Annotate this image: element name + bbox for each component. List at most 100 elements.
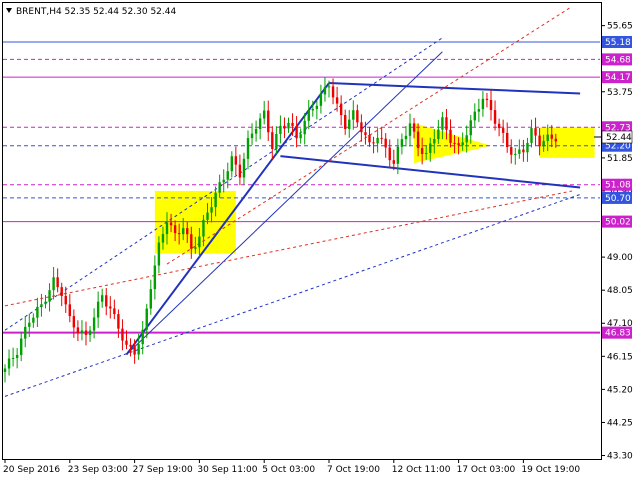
candle-body (449, 129, 452, 143)
candle-body (7, 358, 11, 369)
candle-body (133, 346, 136, 355)
candle-body (254, 128, 258, 134)
y-tick-label: 49.00 (607, 253, 633, 263)
candle-body (11, 357, 15, 359)
candle-body (230, 156, 233, 172)
x-tick-label: 12 Oct 11:00 (392, 465, 451, 475)
candle-body (169, 222, 173, 226)
candle-body (319, 94, 323, 106)
level-label: 50.02 (605, 218, 631, 228)
candle-body (530, 128, 533, 143)
candle-body (190, 234, 193, 249)
candle-body (522, 149, 525, 153)
candle-body (48, 290, 51, 302)
candle-body (546, 134, 549, 141)
candle-body (327, 86, 331, 88)
candle-body (396, 146, 400, 164)
y-tick-label: 43.30 (607, 452, 633, 462)
candle-body (271, 132, 274, 149)
candle-body (497, 123, 501, 129)
candle-body (493, 110, 497, 124)
candle-body (129, 344, 132, 347)
candle-body (141, 329, 144, 345)
level-label: 54.17 (605, 73, 631, 83)
candle-body (28, 322, 31, 327)
candle-body (348, 119, 351, 129)
candle-body (303, 120, 306, 135)
chart-title-group: BRENT,H4 52.35 52.44 52.30 52.44 (6, 7, 176, 17)
candle-body (412, 123, 416, 132)
candle-body (88, 330, 92, 335)
candle-body (92, 317, 96, 331)
candle-body (425, 152, 428, 155)
candle-body (473, 111, 476, 121)
candle-body (360, 122, 363, 133)
candle-body (299, 134, 302, 139)
candle-body (420, 148, 424, 155)
candle-body (372, 142, 375, 144)
candle-body (489, 99, 493, 111)
candle-body (214, 192, 217, 208)
candle-body (283, 125, 286, 129)
candle-body (356, 110, 359, 123)
candle-body (441, 117, 444, 130)
candle-body (388, 147, 391, 161)
y-tick-label: 46.15 (607, 352, 633, 362)
candle-body (218, 182, 221, 193)
y-tick-label: 48.05 (607, 286, 633, 296)
candle-body (32, 317, 35, 323)
x-tick-label: 27 Sep 19:00 (133, 465, 193, 475)
x-tick-label: 17 Oct 03:00 (457, 465, 516, 475)
candle-body (400, 139, 404, 147)
candle-body (477, 109, 481, 112)
candle-body (242, 158, 246, 178)
candle-body (501, 128, 505, 133)
candle-body (315, 105, 319, 110)
level-label: 51.08 (605, 181, 631, 191)
candle-body (368, 134, 371, 143)
candle-body (258, 118, 262, 129)
candle-body (376, 137, 379, 144)
candle-body (267, 110, 270, 133)
candle-body (295, 126, 298, 139)
y-tick-label: 51.85 (607, 154, 633, 164)
candle-body (392, 160, 395, 164)
candle-body (186, 228, 189, 235)
candle-body (60, 287, 63, 296)
candle-body (384, 138, 387, 148)
candle-body (416, 131, 420, 149)
x-tick-label: 30 Sep 11:00 (197, 465, 257, 475)
level-label: 50.70 (605, 194, 631, 204)
candle-body (339, 103, 343, 116)
candle-body (506, 132, 509, 148)
x-tick-label: 5 Oct 03:00 (262, 465, 315, 475)
candle-body (40, 304, 43, 307)
level-label: 55.18 (605, 38, 631, 48)
candle-body (311, 109, 314, 111)
candle-body (481, 98, 485, 110)
current-price-label: 52.44 (606, 133, 632, 143)
candle-body (64, 295, 67, 305)
candle-body (445, 117, 448, 130)
candle-body (210, 207, 213, 213)
candle-body (364, 132, 367, 135)
candle-body (105, 295, 108, 307)
candle-body (246, 138, 250, 159)
candle-body (182, 228, 185, 235)
candle-body (307, 110, 310, 121)
candle-body (198, 236, 201, 248)
candle-body (125, 340, 128, 345)
candle-body (56, 277, 59, 288)
candle-body (145, 308, 148, 330)
x-tick-label: 19 Oct 19:00 (521, 465, 580, 475)
candle-body (222, 179, 225, 183)
candle-body (113, 308, 116, 315)
candle-body (538, 135, 541, 147)
candle-body (20, 338, 23, 355)
candle-body (534, 128, 537, 136)
candle-body (238, 164, 242, 178)
candle-body (518, 149, 521, 154)
candle-body (352, 110, 355, 120)
y-tick-label: 53.75 (607, 88, 633, 98)
candle-body (206, 212, 209, 220)
